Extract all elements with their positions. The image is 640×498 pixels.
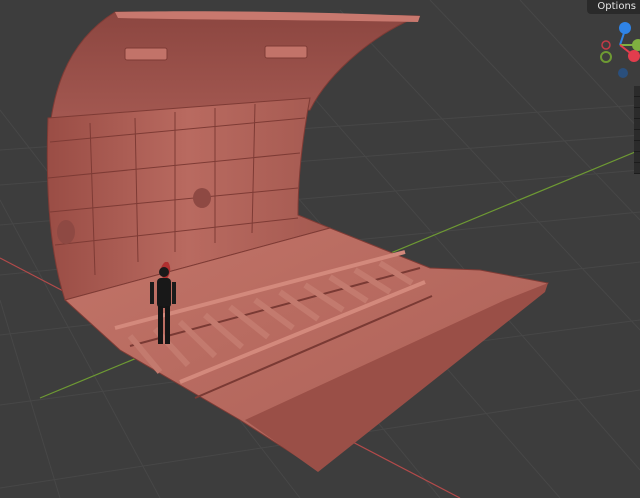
wall-vent <box>57 220 75 244</box>
3d-viewport[interactable] <box>0 0 640 498</box>
wall-vent <box>193 188 211 208</box>
tool-strip-icon[interactable] <box>634 119 640 130</box>
tool-strip-icon[interactable] <box>634 97 640 108</box>
tool-strip-icon[interactable] <box>634 163 640 174</box>
tool-strip-icon[interactable] <box>634 86 640 97</box>
gizmo-neg-z[interactable] <box>618 68 628 78</box>
tunnel-model[interactable] <box>46 11 550 472</box>
tool-strip[interactable] <box>634 86 640 174</box>
gizmo-x-axis[interactable] <box>628 50 640 62</box>
ceiling-light-fixture <box>124 47 168 61</box>
gizmo-neg-x[interactable] <box>601 40 611 50</box>
tool-strip-icon[interactable] <box>634 152 640 163</box>
tool-strip-icon[interactable] <box>634 108 640 119</box>
navigation-gizmo[interactable] <box>600 22 640 78</box>
tool-strip-icon[interactable] <box>634 130 640 141</box>
options-button[interactable]: Options <box>587 0 640 14</box>
gizmo-y-axis[interactable] <box>632 39 640 51</box>
gizmo-neg-y[interactable] <box>600 51 612 63</box>
ceiling-light-fixture <box>264 45 308 59</box>
tool-strip-icon[interactable] <box>634 141 640 152</box>
gizmo-z-axis[interactable] <box>619 22 631 34</box>
